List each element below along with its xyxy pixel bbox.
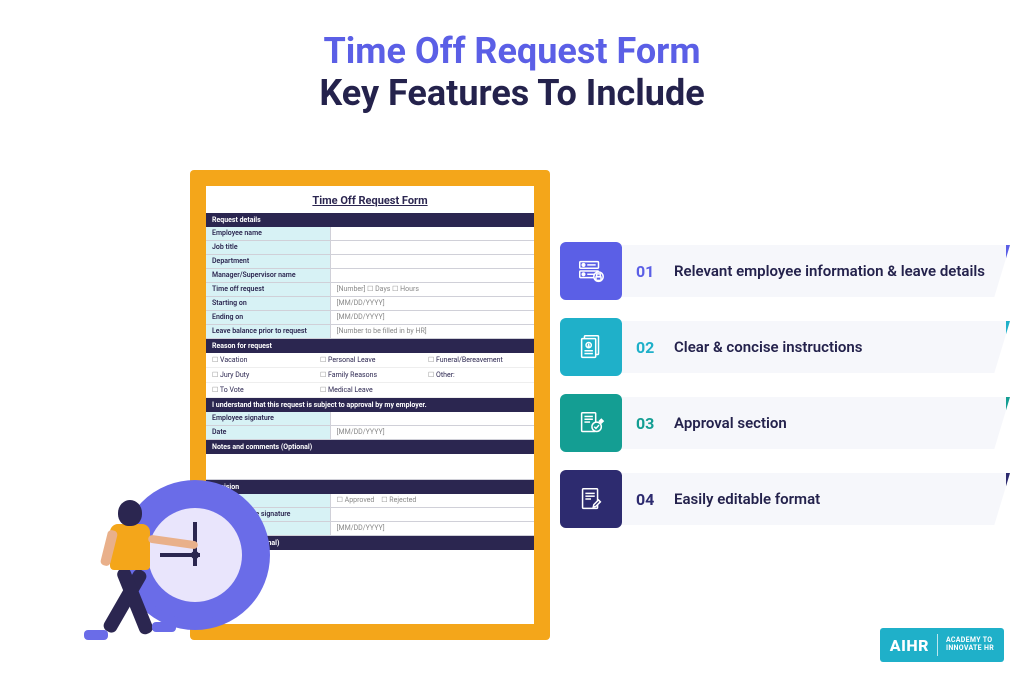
feature-item-4: 04 Easily editable format (560, 470, 1010, 528)
feature-item-1: 01 Relevant employee information & leave… (560, 242, 1010, 300)
section-reason: Reason for request (206, 339, 534, 353)
field-label: Leave balance prior to request (206, 325, 331, 338)
reason-row: To Vote Medical Leave x (206, 383, 534, 398)
form-heading: Time Off Request Form (206, 186, 534, 213)
document-stack-icon (560, 318, 622, 376)
page-title-block: Time Off Request Form Key Features To In… (0, 0, 1024, 114)
reason-row: Vacation Personal Leave Funeral/Bereavem… (206, 353, 534, 368)
feature-text: Approval section (674, 414, 787, 432)
title-line-1: Time Off Request Form (0, 30, 1024, 72)
field-value: [MM/DD/YYYY] (331, 297, 534, 310)
field-label: Job title (206, 241, 331, 254)
title-line-2: Key Features To Include (0, 72, 1024, 114)
section-request-details: Request details (206, 213, 534, 227)
reason-row: Jury Duty Family Reasons Other: (206, 368, 534, 383)
logo-mark: AIHR (890, 636, 929, 655)
id-card-icon (560, 242, 622, 300)
field-label: Employee signature (206, 412, 331, 425)
field-label: Starting on (206, 297, 331, 310)
section-notes: Notes and comments (Optional) (206, 440, 534, 454)
logo-subtext: ACADEMY TO INNOVATE HR (946, 637, 994, 652)
field-label: Manager/Supervisor name (206, 269, 331, 282)
edit-document-icon (560, 470, 622, 528)
feature-text: Clear & concise instructions (674, 338, 862, 356)
field-label: Ending on (206, 311, 331, 324)
feature-item-3: 03 Approval section (560, 394, 1010, 452)
feature-number: 01 (636, 262, 662, 281)
feature-number: 02 (636, 338, 662, 357)
field-value: [Number] ☐ Days ☐ Hours (331, 283, 534, 296)
feature-number: 03 (636, 414, 662, 433)
field-value: [MM/DD/YYYY] (331, 311, 534, 324)
field-value: [Number to be filled in by HR] (331, 325, 534, 338)
aihr-logo: AIHR ACADEMY TO INNOVATE HR (880, 628, 1004, 662)
approval-stamp-icon (560, 394, 622, 452)
field-label: Department (206, 255, 331, 268)
person-illustration (70, 500, 180, 660)
section-ack: I understand that this request is subjec… (206, 398, 534, 412)
feature-number: 04 (636, 490, 662, 509)
field-value: [MM/DD/YYYY] (331, 522, 534, 535)
field-label: Employee name (206, 227, 331, 240)
field-label: Date (206, 426, 331, 439)
decision-options: ☐ Approved ☐ Rejected (331, 494, 534, 507)
feature-text: Easily editable format (674, 490, 820, 508)
field-label: Time off request (206, 283, 331, 296)
feature-list: 01 Relevant employee information & leave… (560, 242, 1010, 528)
feature-item-2: 02 Clear & concise instructions (560, 318, 1010, 376)
field-value: [MM/DD/YYYY] (331, 426, 534, 439)
feature-text: Relevant employee information & leave de… (674, 262, 985, 280)
section-decision: Decision (206, 480, 534, 494)
